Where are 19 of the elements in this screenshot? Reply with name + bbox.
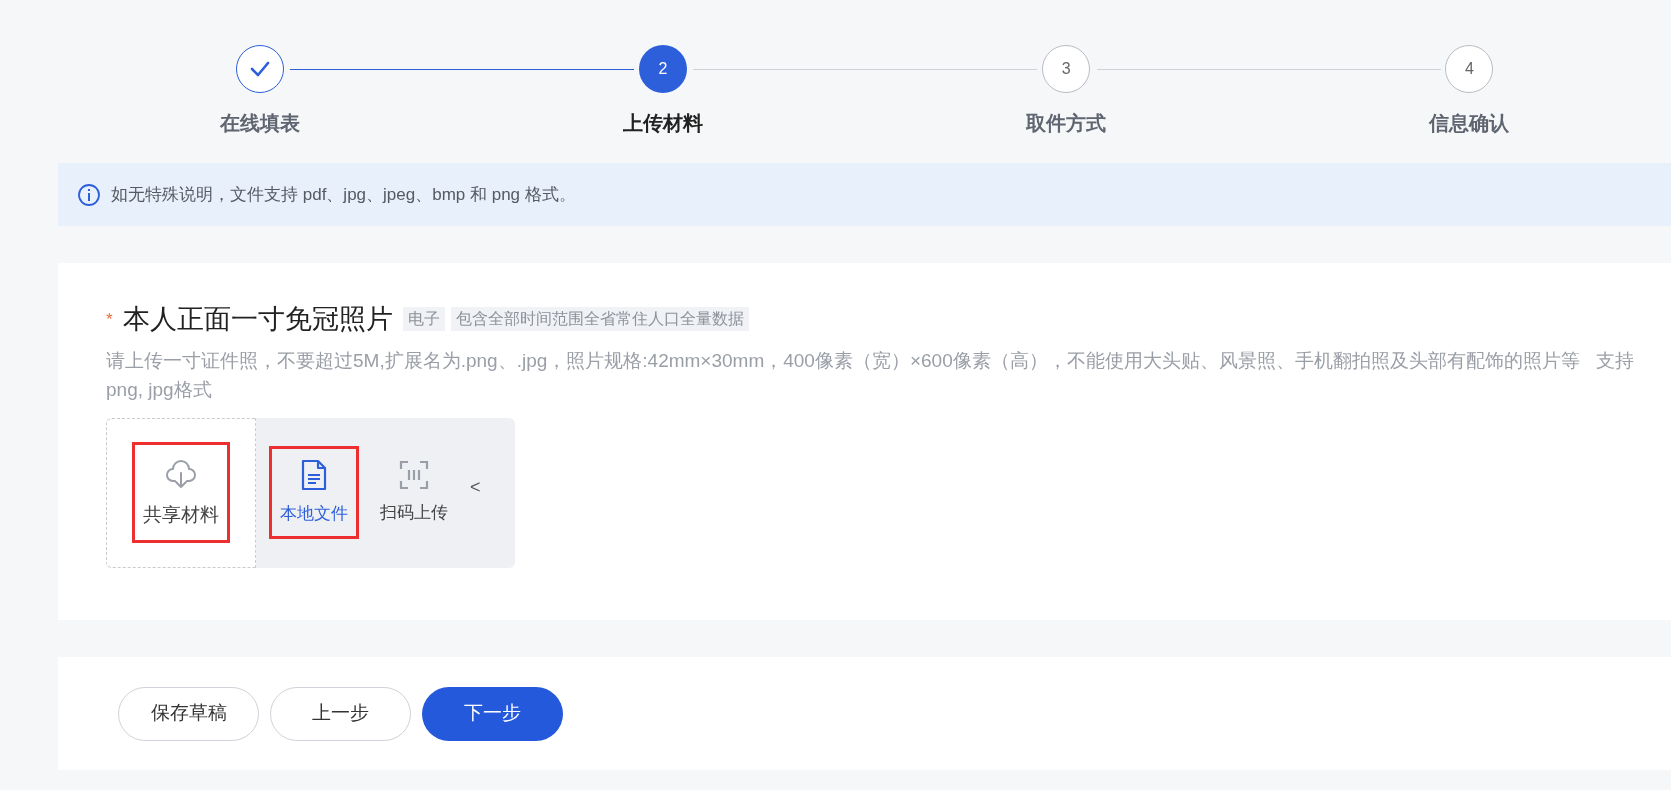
- upload-option[interactable]: 扫码上传: [372, 449, 456, 536]
- next-step-button[interactable]: 下一步: [422, 686, 563, 741]
- step-label: 取件方式: [1026, 111, 1107, 136]
- required-mark: *: [106, 308, 113, 331]
- step-label: 上传材料: [622, 111, 703, 136]
- info-icon: [77, 182, 101, 207]
- material-title: 本人正面一寸免冠照片: [122, 303, 393, 336]
- step-label: 在线填表: [219, 111, 300, 136]
- tag: 电子: [402, 307, 445, 332]
- secondary-button[interactable]: 保存草稿: [118, 686, 259, 741]
- document-icon: [300, 458, 328, 491]
- tag: 包含全部时间范围全省常住人口全量数据: [450, 307, 749, 332]
- collapse-button[interactable]: <: [470, 474, 481, 511]
- material-description: 请上传一寸证件照，不要超过5M,扩展名为.png、.jpg，照片规格:42mm×30mm，400像素（宽）×600像素（高），不能使用大头贴、风景照、手机翻拍照及头部有配饰的照片等 支持 png, jpg格式: [106, 348, 1635, 402]
- notice-text: 如无特殊说明，文件支持 pdf、jpg、jpeg、bmp 和 png 格式。: [111, 183, 576, 206]
- secondary-button[interactable]: 上一步: [270, 686, 411, 741]
- upload-option[interactable]: 本地文件: [272, 448, 356, 537]
- step-label: 信息确认: [1429, 111, 1510, 136]
- scan-icon: [399, 459, 429, 490]
